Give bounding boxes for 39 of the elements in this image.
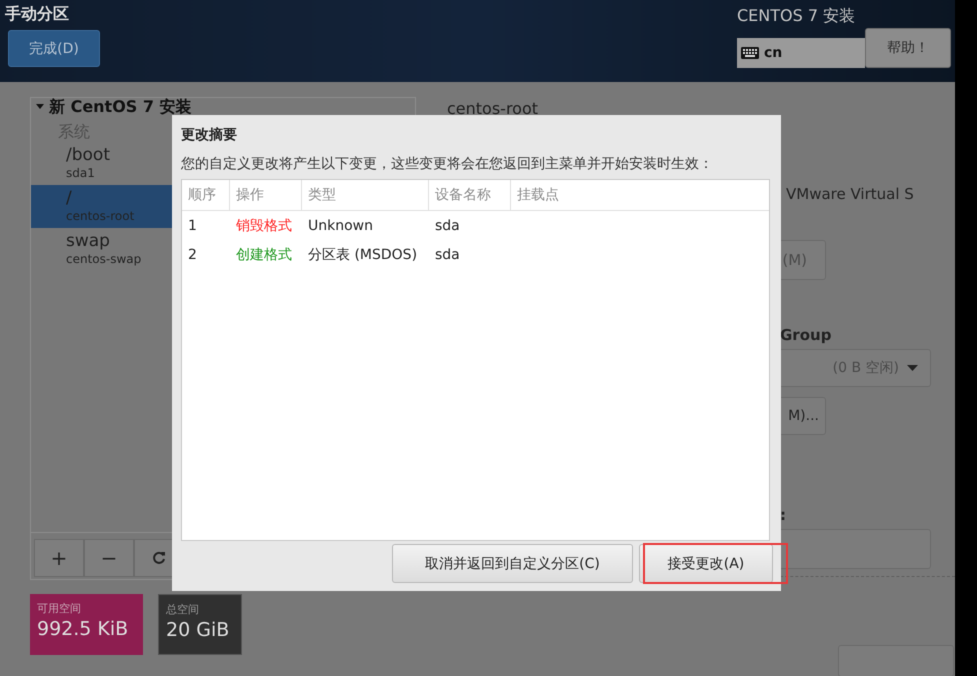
device-name: centos-root bbox=[66, 208, 134, 224]
table-cell-text: 分区表 (MSDOS) bbox=[307, 246, 418, 264]
screen-title: 手动分区 bbox=[5, 4, 70, 24]
accept-button[interactable]: 接受更改(A) bbox=[639, 544, 773, 583]
cancel-button[interactable]: 取消并返回到自定义分区(C) bbox=[392, 544, 633, 583]
table-cell-text: Unknown bbox=[307, 218, 374, 234]
dialog-description: 您的自定义更改将产生以下变更，这些变更将会在您返回到主菜单并开始安装时生效： bbox=[181, 155, 714, 174]
table-cell-text: 销毁格式 bbox=[235, 216, 293, 234]
column-header[interactable]: 挂载点 bbox=[511, 180, 769, 210]
group-label[interactable]: 新 CentOS 7 安装 bbox=[49, 98, 192, 115]
space-value: 20 GiB bbox=[166, 618, 230, 643]
column-header[interactable]: 设备名称 bbox=[429, 180, 511, 210]
space-label: 总空间 bbox=[166, 603, 200, 617]
table-cell-text: sda bbox=[434, 246, 461, 262]
remove-button[interactable]: − bbox=[84, 539, 134, 577]
dialog-title: 更改摘要 bbox=[181, 126, 238, 145]
help-button[interactable]: 帮助！ bbox=[865, 28, 951, 68]
detail-title: centos-root bbox=[447, 99, 540, 119]
done-button[interactable]: 完成(D) bbox=[8, 30, 100, 67]
space-label: 可用空间 bbox=[37, 602, 82, 616]
device-description: VMware Virtual S bbox=[786, 184, 914, 204]
table-cell-text: 2 bbox=[187, 246, 198, 262]
mount-point: /boot bbox=[66, 145, 110, 165]
device-name: centos-swap bbox=[66, 251, 142, 267]
table-cell-text: 1 bbox=[187, 218, 198, 234]
mount-point: swap bbox=[66, 231, 110, 251]
keyboard-layout-field[interactable]: cn bbox=[737, 38, 865, 68]
product-title: CENTOS 7 安装 bbox=[737, 6, 856, 26]
table-cell-text: sda bbox=[434, 218, 461, 234]
table-cell-text: 创建格式 bbox=[235, 246, 293, 264]
field-label: : bbox=[780, 507, 786, 523]
column-header[interactable]: 类型 bbox=[302, 180, 429, 210]
add-button[interactable]: + bbox=[34, 539, 84, 577]
device-name: sda1 bbox=[66, 165, 95, 181]
column-header[interactable]: 操作 bbox=[230, 180, 302, 210]
volume-group-label: Group bbox=[780, 325, 832, 345]
space-value: 992.5 KiB bbox=[37, 617, 130, 642]
mount-point: / bbox=[66, 188, 72, 208]
column-header[interactable]: 顺序 bbox=[182, 180, 230, 210]
